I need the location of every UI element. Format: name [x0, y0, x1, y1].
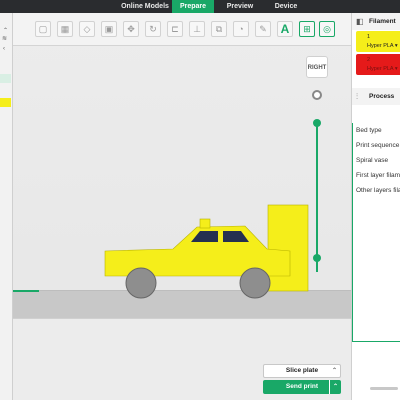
left-highlight-row[interactable] — [0, 74, 11, 83]
view-reset-icon[interactable] — [312, 90, 322, 100]
tab-online-models[interactable]: Online Models — [116, 0, 174, 13]
filament-icon: ◧ — [356, 17, 364, 26]
process-title: Process — [369, 93, 395, 100]
left-filament-swatch[interactable] — [0, 98, 11, 107]
send-print-label: Send print — [285, 383, 319, 390]
layer-slider-bottom-handle[interactable] — [313, 254, 321, 262]
filament-slot-2[interactable]: 2 Hyper PLA ▾ — [356, 54, 400, 75]
process-list: Bed type Print sequence Spiral vase Firs… — [356, 123, 400, 198]
process-item-spiral-vase[interactable]: Spiral vase — [356, 153, 400, 168]
wheel-front — [239, 267, 271, 299]
tab-prepare[interactable]: Prepare — [172, 0, 214, 13]
wifi-icon: ≋ — [2, 36, 8, 42]
chevron-down-icon[interactable]: ▾ — [395, 43, 398, 49]
filament-slot-1[interactable]: 1 Hyper PLA ▾ — [356, 31, 400, 52]
process-item-other-layers-filament[interactable]: Other layers filament — [356, 183, 400, 198]
chevron-down-icon[interactable]: ▾ — [395, 66, 398, 72]
wheel-rear — [125, 267, 157, 299]
settings-panel: ◧ Filament 1 Hyper PLA ▾ 2 Hyper PLA ▾ ⫶… — [351, 13, 400, 400]
taxi-model[interactable] — [13, 13, 351, 313]
process-item-bed-type[interactable]: Bed type — [356, 123, 400, 138]
chevron-up-icon[interactable]: ⌃ — [332, 365, 337, 377]
chevron-up-icon[interactable]: ⌃ — [3, 28, 8, 34]
filament-title: Filament — [369, 18, 396, 25]
3d-viewport[interactable]: ▢ ▦ ◇ ▣ ✥ ↻ ⊏ ⊥ ⧉ ◔ ✎ A ⊞ ◎ RIGHT Slice … — [13, 13, 351, 400]
slice-plate-button[interactable]: Slice plate ⌃ — [263, 364, 341, 378]
top-bar: Online Models Prepare Preview Device — [0, 0, 400, 13]
left-panel: ⌃ ≋ ‹ — [0, 13, 13, 400]
filament-slot-index: 2 — [367, 57, 371, 63]
sliders-icon: ⫶ — [356, 92, 358, 101]
wipe-tower[interactable] — [267, 204, 309, 292]
process-item-first-layer-filament[interactable]: First layer filament — [356, 168, 400, 183]
chevron-up-icon[interactable]: ⌃ — [329, 380, 341, 394]
view-cube[interactable]: RIGHT — [306, 56, 328, 78]
process-item-print-sequence[interactable]: Print sequence — [356, 138, 400, 153]
filament-slot-name: Hyper PLA — [367, 66, 394, 72]
layer-slider[interactable] — [316, 123, 318, 272]
filament-slot-index: 1 — [367, 34, 371, 40]
taxi-sign — [199, 218, 211, 229]
tab-preview[interactable]: Preview — [220, 0, 260, 13]
panel-focus-border — [352, 123, 353, 341]
slice-plate-label: Slice plate — [285, 367, 319, 374]
send-print-button[interactable]: Send print ⌃ — [263, 380, 341, 394]
filament-header: ◧ Filament — [352, 13, 400, 30]
filament-slot-name: Hyper PLA — [367, 43, 394, 49]
horizontal-scrollbar[interactable] — [370, 387, 398, 390]
collapse-icon[interactable]: ‹ — [3, 46, 5, 52]
tab-device[interactable]: Device — [266, 0, 306, 13]
layer-slider-top-handle[interactable] — [313, 119, 321, 127]
panel-divider — [352, 341, 400, 342]
process-header: ⫶ Process — [352, 88, 400, 105]
